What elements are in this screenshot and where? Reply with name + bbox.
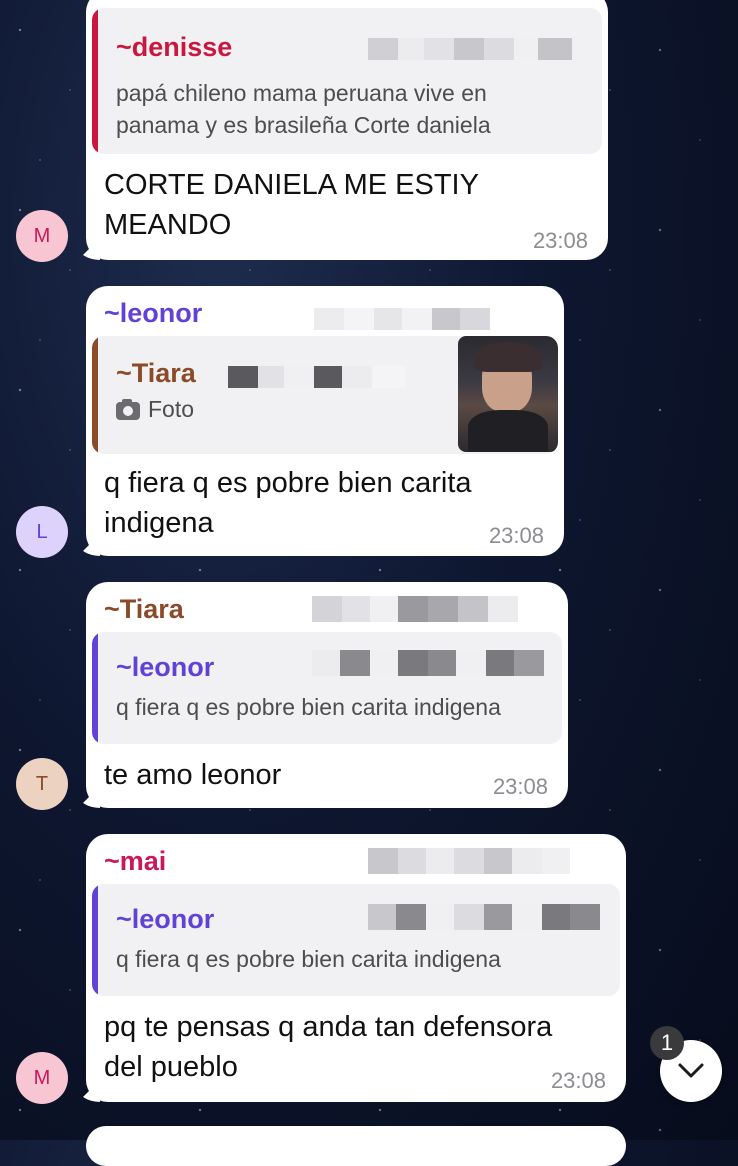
avatar-letter: L xyxy=(36,520,48,543)
message-time: 23:08 xyxy=(492,774,548,799)
quote-sender-name: ~denisse xyxy=(116,32,233,62)
quote-sender-name: ~leonor xyxy=(116,652,215,682)
message-bubble[interactable]: ~denisse papá chileno mama peruana vive … xyxy=(78,0,608,260)
avatar[interactable]: T xyxy=(16,758,68,810)
avatar-letter: M xyxy=(33,1066,51,1089)
avatar[interactable]: L xyxy=(16,506,68,558)
reply-quote[interactable]: ~denisse papá chileno mama peruana vive … xyxy=(92,8,602,154)
unread-count-badge: 1 xyxy=(650,1026,684,1060)
message-text: q fiera q es pobre bien carita xyxy=(104,467,472,499)
message-text: pq te pensas q anda tan defensora xyxy=(104,1011,553,1043)
redacted-phone xyxy=(314,308,490,330)
message-time: 23:08 xyxy=(488,523,544,548)
redacted-phone xyxy=(368,904,600,930)
quote-sender-name: ~Tiara xyxy=(116,358,196,388)
quote-text: q fiera q es pobre bien carita indigena xyxy=(116,694,501,720)
redacted-phone xyxy=(312,596,518,622)
message-bubble[interactable]: ~mai ~leonor q fiera q es pobre bien car… xyxy=(78,834,626,1102)
message-text: te amo leonor xyxy=(104,759,282,791)
camera-icon xyxy=(116,399,140,420)
reply-quote[interactable]: ~leonor q fiera q es pobre bien carita i… xyxy=(92,884,620,996)
quote-media-label: Foto xyxy=(148,396,195,422)
chevron-down-icon xyxy=(678,1063,704,1078)
message-time: 23:08 xyxy=(532,228,588,253)
redacted-phone xyxy=(368,38,572,60)
message-text: CORTE DANIELA ME ESTIY xyxy=(104,169,479,201)
message-text: MEANDO xyxy=(104,209,232,241)
reply-quote[interactable]: ~leonor q fiera q es pobre bien carita i… xyxy=(92,632,562,744)
photo-thumbnail[interactable] xyxy=(458,336,558,452)
message-text: indigena xyxy=(104,507,214,539)
reply-quote[interactable]: ~Tiara Foto xyxy=(92,336,558,454)
quote-text: q fiera q es pobre bien carita indigena xyxy=(116,946,501,972)
message-text: del pueblo xyxy=(104,1051,238,1083)
redacted-phone xyxy=(312,650,544,676)
redacted-phone xyxy=(228,366,406,388)
sender-name: ~Tiara xyxy=(104,594,184,624)
message-bubble[interactable]: ~leonor ~Tiara Foto q fiera q es pobre b… xyxy=(78,286,564,556)
quote-sender-name: ~leonor xyxy=(116,904,215,934)
quote-text: panama y es brasileña Corte daniela xyxy=(116,112,491,138)
sender-name: ~mai xyxy=(104,846,167,876)
redacted-phone xyxy=(368,848,570,874)
avatar[interactable]: M xyxy=(16,210,68,262)
avatar[interactable]: M xyxy=(16,1052,68,1104)
sender-name: ~leonor xyxy=(104,298,203,328)
quote-text: papá chileno mama peruana vive en xyxy=(116,80,487,106)
message-time: 23:08 xyxy=(550,1068,606,1093)
avatar-letter: T xyxy=(35,772,49,795)
message-bubble[interactable] xyxy=(86,1126,626,1166)
message-bubble[interactable]: ~Tiara ~leonor q fiera q es pobre bien c… xyxy=(78,582,568,808)
avatar-letter: M xyxy=(33,224,51,247)
